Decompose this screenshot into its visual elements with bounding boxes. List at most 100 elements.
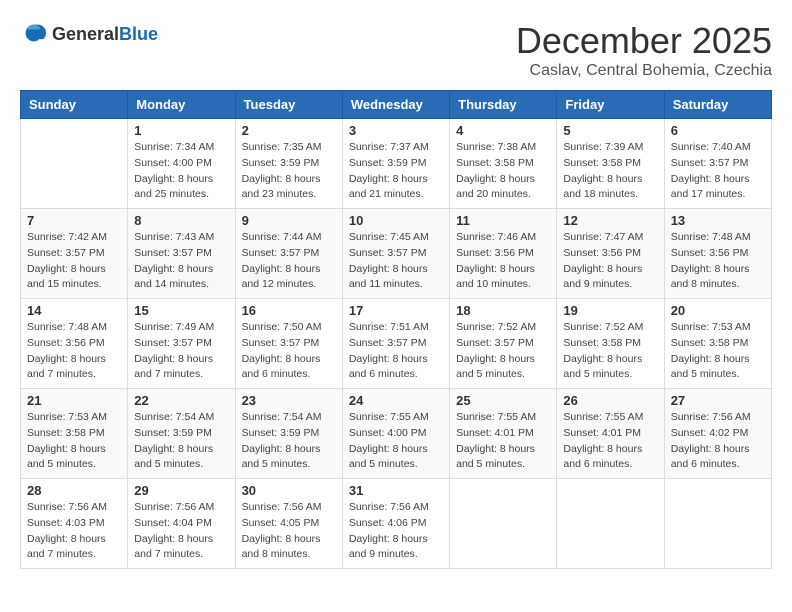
sunset: Sunset: 3:59 PM — [349, 157, 427, 169]
sunrise: Sunrise: 7:39 AM — [563, 141, 643, 153]
day-cell-1-3: 10 Sunrise: 7:45 AM Sunset: 3:57 PM Dayl… — [342, 209, 449, 299]
day-number: 10 — [349, 213, 443, 228]
day-cell-0-4: 4 Sunrise: 7:38 AM Sunset: 3:58 PM Dayli… — [450, 119, 557, 209]
day-number: 31 — [349, 483, 443, 498]
day-cell-3-3: 24 Sunrise: 7:55 AM Sunset: 4:00 PM Dayl… — [342, 389, 449, 479]
day-cell-1-4: 11 Sunrise: 7:46 AM Sunset: 3:56 PM Dayl… — [450, 209, 557, 299]
daylight: Daylight: 8 hours and 25 minutes. — [134, 173, 213, 201]
day-number: 9 — [242, 213, 336, 228]
sunset: Sunset: 4:05 PM — [242, 517, 320, 529]
sunset: Sunset: 3:58 PM — [27, 427, 105, 439]
day-info: Sunrise: 7:47 AM Sunset: 3:56 PM Dayligh… — [563, 230, 657, 293]
day-info: Sunrise: 7:43 AM Sunset: 3:57 PM Dayligh… — [134, 230, 228, 293]
sunrise: Sunrise: 7:43 AM — [134, 231, 214, 243]
day-cell-2-1: 15 Sunrise: 7:49 AM Sunset: 3:57 PM Dayl… — [128, 299, 235, 389]
daylight: Daylight: 8 hours and 12 minutes. — [242, 263, 321, 291]
sunrise: Sunrise: 7:45 AM — [349, 231, 429, 243]
day-cell-3-5: 26 Sunrise: 7:55 AM Sunset: 4:01 PM Dayl… — [557, 389, 664, 479]
sunset: Sunset: 4:00 PM — [134, 157, 212, 169]
day-info: Sunrise: 7:35 AM Sunset: 3:59 PM Dayligh… — [242, 140, 336, 203]
sunset: Sunset: 3:57 PM — [242, 337, 320, 349]
day-number: 29 — [134, 483, 228, 498]
day-info: Sunrise: 7:56 AM Sunset: 4:06 PM Dayligh… — [349, 500, 443, 563]
day-number: 6 — [671, 123, 765, 138]
daylight: Daylight: 8 hours and 21 minutes. — [349, 173, 428, 201]
sunset: Sunset: 3:57 PM — [349, 337, 427, 349]
sunset: Sunset: 3:58 PM — [671, 337, 749, 349]
day-info: Sunrise: 7:55 AM Sunset: 4:01 PM Dayligh… — [456, 410, 550, 473]
day-number: 2 — [242, 123, 336, 138]
day-info: Sunrise: 7:56 AM Sunset: 4:03 PM Dayligh… — [27, 500, 121, 563]
sunrise: Sunrise: 7:38 AM — [456, 141, 536, 153]
day-cell-0-5: 5 Sunrise: 7:39 AM Sunset: 3:58 PM Dayli… — [557, 119, 664, 209]
sunrise: Sunrise: 7:56 AM — [349, 501, 429, 513]
day-cell-4-4 — [450, 479, 557, 569]
day-number: 7 — [27, 213, 121, 228]
sunset: Sunset: 3:57 PM — [349, 247, 427, 259]
sunrise: Sunrise: 7:51 AM — [349, 321, 429, 333]
week-row-5: 28 Sunrise: 7:56 AM Sunset: 4:03 PM Dayl… — [21, 479, 772, 569]
daylight: Daylight: 8 hours and 7 minutes. — [27, 353, 106, 381]
daylight: Daylight: 8 hours and 6 minutes. — [563, 443, 642, 471]
sunrise: Sunrise: 7:35 AM — [242, 141, 322, 153]
daylight: Daylight: 8 hours and 6 minutes. — [242, 353, 321, 381]
day-number: 12 — [563, 213, 657, 228]
sunrise: Sunrise: 7:40 AM — [671, 141, 751, 153]
sunrise: Sunrise: 7:56 AM — [671, 411, 751, 423]
daylight: Daylight: 8 hours and 7 minutes. — [134, 533, 213, 561]
sunrise: Sunrise: 7:56 AM — [27, 501, 107, 513]
sunset: Sunset: 3:56 PM — [27, 337, 105, 349]
day-info: Sunrise: 7:37 AM Sunset: 3:59 PM Dayligh… — [349, 140, 443, 203]
day-number: 26 — [563, 393, 657, 408]
day-info: Sunrise: 7:53 AM Sunset: 3:58 PM Dayligh… — [671, 320, 765, 383]
sunrise: Sunrise: 7:46 AM — [456, 231, 536, 243]
day-info: Sunrise: 7:52 AM Sunset: 3:58 PM Dayligh… — [563, 320, 657, 383]
sunrise: Sunrise: 7:53 AM — [27, 411, 107, 423]
daylight: Daylight: 8 hours and 5 minutes. — [27, 443, 106, 471]
day-cell-0-2: 2 Sunrise: 7:35 AM Sunset: 3:59 PM Dayli… — [235, 119, 342, 209]
sunrise: Sunrise: 7:52 AM — [563, 321, 643, 333]
day-cell-1-6: 13 Sunrise: 7:48 AM Sunset: 3:56 PM Dayl… — [664, 209, 771, 299]
day-cell-3-6: 27 Sunrise: 7:56 AM Sunset: 4:02 PM Dayl… — [664, 389, 771, 479]
day-number: 25 — [456, 393, 550, 408]
day-number: 22 — [134, 393, 228, 408]
daylight: Daylight: 8 hours and 9 minutes. — [563, 263, 642, 291]
month-title: December 2025 — [516, 20, 772, 62]
daylight: Daylight: 8 hours and 17 minutes. — [671, 173, 750, 201]
logo-text-general: General — [52, 24, 119, 44]
sunrise: Sunrise: 7:55 AM — [349, 411, 429, 423]
sunset: Sunset: 4:00 PM — [349, 427, 427, 439]
sunset: Sunset: 4:06 PM — [349, 517, 427, 529]
sunrise: Sunrise: 7:54 AM — [134, 411, 214, 423]
header-sunday: Sunday — [21, 91, 128, 119]
day-number: 5 — [563, 123, 657, 138]
sunrise: Sunrise: 7:55 AM — [456, 411, 536, 423]
daylight: Daylight: 8 hours and 18 minutes. — [563, 173, 642, 201]
day-cell-0-0 — [21, 119, 128, 209]
day-number: 19 — [563, 303, 657, 318]
day-number: 16 — [242, 303, 336, 318]
day-number: 11 — [456, 213, 550, 228]
sunset: Sunset: 3:58 PM — [563, 157, 641, 169]
day-number: 23 — [242, 393, 336, 408]
sunset: Sunset: 4:01 PM — [563, 427, 641, 439]
day-cell-1-5: 12 Sunrise: 7:47 AM Sunset: 3:56 PM Dayl… — [557, 209, 664, 299]
sunrise: Sunrise: 7:56 AM — [134, 501, 214, 513]
daylight: Daylight: 8 hours and 14 minutes. — [134, 263, 213, 291]
day-cell-3-0: 21 Sunrise: 7:53 AM Sunset: 3:58 PM Dayl… — [21, 389, 128, 479]
day-cell-4-0: 28 Sunrise: 7:56 AM Sunset: 4:03 PM Dayl… — [21, 479, 128, 569]
daylight: Daylight: 8 hours and 7 minutes. — [27, 533, 106, 561]
day-number: 18 — [456, 303, 550, 318]
daylight: Daylight: 8 hours and 6 minutes. — [349, 353, 428, 381]
daylight: Daylight: 8 hours and 8 minutes. — [671, 263, 750, 291]
logo: GeneralBlue — [20, 20, 158, 48]
day-info: Sunrise: 7:49 AM Sunset: 3:57 PM Dayligh… — [134, 320, 228, 383]
day-cell-1-1: 8 Sunrise: 7:43 AM Sunset: 3:57 PM Dayli… — [128, 209, 235, 299]
daylight: Daylight: 8 hours and 5 minutes. — [456, 353, 535, 381]
sunset: Sunset: 4:01 PM — [456, 427, 534, 439]
day-cell-3-1: 22 Sunrise: 7:54 AM Sunset: 3:59 PM Dayl… — [128, 389, 235, 479]
day-info: Sunrise: 7:55 AM Sunset: 4:00 PM Dayligh… — [349, 410, 443, 473]
sunrise: Sunrise: 7:34 AM — [134, 141, 214, 153]
day-info: Sunrise: 7:55 AM Sunset: 4:01 PM Dayligh… — [563, 410, 657, 473]
sunset: Sunset: 4:02 PM — [671, 427, 749, 439]
